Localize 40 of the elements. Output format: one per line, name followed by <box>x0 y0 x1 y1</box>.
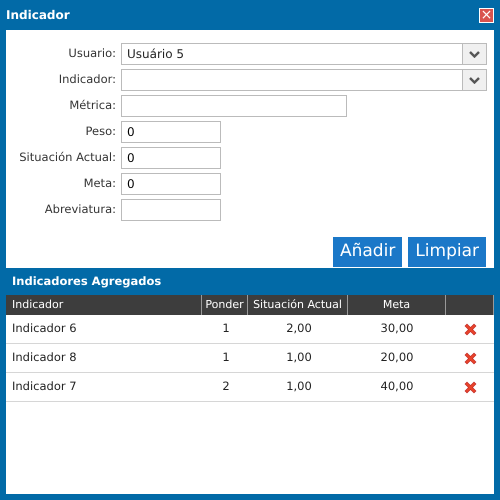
column-header: Situación Actual <box>248 295 348 315</box>
table-cell-text: 2,00 <box>285 320 313 338</box>
table-cell-text: 2 <box>221 378 231 396</box>
close-button[interactable]: × <box>479 8 494 22</box>
input-field[interactable]: 0 <box>121 121 221 143</box>
table-cell-text: Indicador 8 <box>11 349 78 366</box>
action-button[interactable]: Añadir <box>332 237 402 267</box>
column-header: Indicador <box>6 295 202 315</box>
table-cell-text: 40,00 <box>380 378 414 396</box>
table-cell-text: 1 <box>221 349 231 366</box>
input-field[interactable]: 0 <box>121 173 221 195</box>
field-label: Situación Actual: <box>18 149 117 166</box>
table-cell-text: 30,00 <box>380 320 414 338</box>
field-label: Peso: <box>84 123 117 140</box>
table-cell-text: Indicador 6 <box>11 320 78 338</box>
caret-icon <box>469 50 480 58</box>
delete-icon[interactable] <box>462 380 478 394</box>
table-cell-text: 1 <box>221 320 231 338</box>
input-field[interactable]: 0 <box>121 147 221 169</box>
select-field[interactable] <box>121 69 487 91</box>
column-header: Ponder <box>202 295 248 315</box>
field-label: Métrica: <box>68 97 117 114</box>
table-cell-text: 1,00 <box>285 349 313 366</box>
delete-icon[interactable] <box>462 350 478 366</box>
input-field[interactable] <box>121 199 221 221</box>
section-title: Indicadores Agregados <box>11 272 162 290</box>
input-field[interactable] <box>121 95 347 117</box>
field-label: Abreviatura: <box>44 201 117 218</box>
field-label: Usuario: <box>67 45 117 62</box>
table-cell-text: 20,00 <box>380 349 414 366</box>
delete-icon[interactable] <box>462 322 478 336</box>
window-title: Indicador <box>6 7 70 24</box>
field-label: Indicador: <box>58 71 117 88</box>
table-cell-text: Indicador 7 <box>11 378 78 396</box>
select-field[interactable]: Usuário 5 <box>121 43 487 65</box>
table-cell-text: 1,00 <box>285 378 313 396</box>
field-label: Meta: <box>82 175 117 192</box>
caret-icon <box>469 76 480 84</box>
action-button[interactable]: Limpiar <box>408 237 486 267</box>
column-header: Meta <box>348 295 446 315</box>
